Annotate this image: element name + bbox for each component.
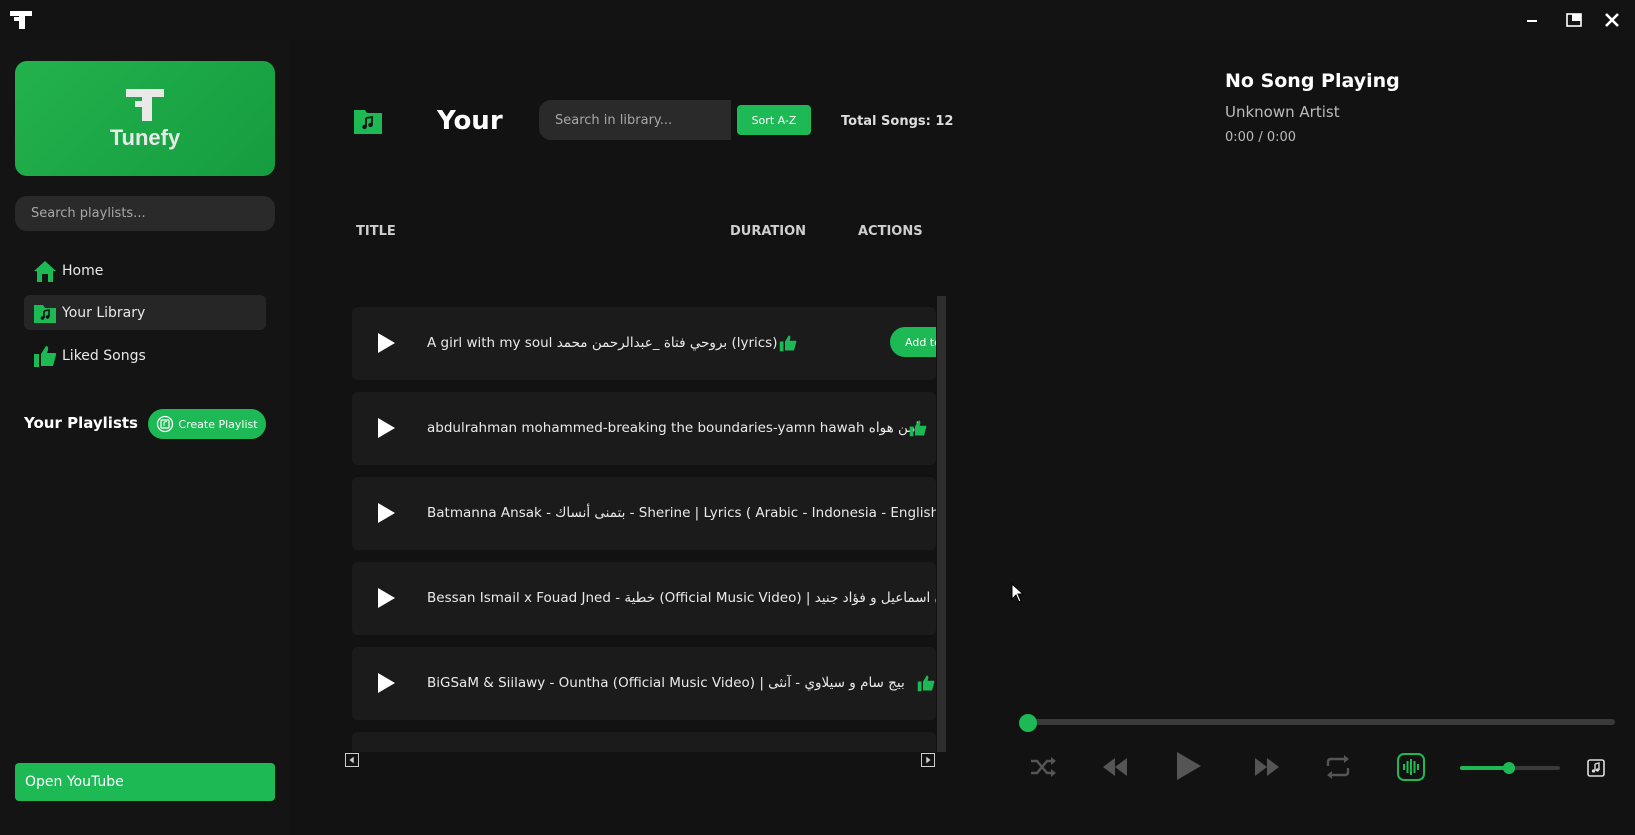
nav-your-library[interactable]: Your Library xyxy=(24,295,266,330)
nav-home-label: Home xyxy=(62,262,104,279)
thumbs-up-icon xyxy=(34,345,57,367)
audio-visualizer-icon[interactable] xyxy=(1396,752,1426,782)
column-header-duration[interactable]: DURATION xyxy=(730,224,806,239)
create-playlist-button[interactable]: Create Playlist xyxy=(148,409,266,439)
song-row[interactable]: Batmanna Ansak - بتمنى أنساك - Sherine |… xyxy=(352,477,936,550)
play-icon[interactable] xyxy=(375,417,397,439)
song-row[interactable]: A girl with my soul بروحي فتاة _عبدالرحم… xyxy=(352,307,936,380)
page-title: Your xyxy=(437,106,503,136)
nav-home[interactable]: Home xyxy=(24,253,266,288)
sidebar: Tunefy Home Your Library Liked Songs You… xyxy=(0,40,290,835)
column-header-title[interactable]: TITLE xyxy=(356,224,396,239)
play-icon[interactable] xyxy=(375,332,397,354)
like-icon[interactable] xyxy=(917,674,935,692)
nav-liked-songs-label: Liked Songs xyxy=(62,347,146,364)
like-icon[interactable] xyxy=(779,334,797,352)
title-bar xyxy=(0,0,1635,40)
column-header-actions: ACTIONS xyxy=(858,224,923,239)
scroll-left-icon[interactable] xyxy=(345,753,359,767)
mouse-cursor-icon xyxy=(1011,583,1025,603)
close-icon[interactable] xyxy=(1600,8,1624,32)
play-pause-icon[interactable] xyxy=(1170,749,1204,783)
nav-liked-songs[interactable]: Liked Songs xyxy=(24,338,266,373)
volume-knob[interactable] xyxy=(1503,762,1515,774)
create-playlist-label: Create Playlist xyxy=(178,417,258,431)
repeat-icon[interactable] xyxy=(1323,752,1353,782)
song-title: Batmanna Ansak - بتمنى أنساك - Sherine |… xyxy=(427,505,936,521)
brand-name: Tunefy xyxy=(109,124,181,150)
like-icon[interactable] xyxy=(909,419,927,437)
song-row[interactable]: abdulrahman mohammed-breaking the bounda… xyxy=(352,392,936,465)
minimize-icon[interactable] xyxy=(1520,8,1544,32)
open-youtube-button[interactable]: Open YouTube xyxy=(15,763,275,801)
progress-knob[interactable] xyxy=(1019,714,1037,732)
queue-icon[interactable] xyxy=(1585,757,1607,779)
song-title: abdulrahman mohammed-breaking the bounda… xyxy=(427,420,924,436)
nav-your-library-label: Your Library xyxy=(62,304,146,321)
now-playing-title: No Song Playing xyxy=(1225,70,1400,92)
previous-icon[interactable] xyxy=(1100,752,1130,782)
add-to-playlist-button[interactable]: Add to xyxy=(890,327,936,357)
now-playing-artist: Unknown Artist xyxy=(1225,103,1340,121)
add-playlist-icon xyxy=(157,415,174,433)
scroll-right-icon[interactable] xyxy=(921,753,935,767)
search-playlists-input[interactable] xyxy=(15,196,275,231)
your-playlists-heading: Your Playlists xyxy=(24,414,138,432)
song-title: BiGSaM & Siilawy - Ountha (Official Musi… xyxy=(427,675,905,691)
play-icon[interactable] xyxy=(375,502,397,524)
shuffle-icon[interactable] xyxy=(1028,752,1058,782)
total-songs-count: Total Songs: 12 xyxy=(841,114,954,129)
song-title: Bessan Ismail x Fouad Jned - خطية (Offic… xyxy=(427,590,936,606)
song-title: A girl with my soul بروحي فتاة _عبدالرحم… xyxy=(427,335,778,351)
library-folder-icon xyxy=(354,110,382,134)
play-icon[interactable] xyxy=(375,672,397,694)
song-row[interactable] xyxy=(352,732,936,752)
library-icon xyxy=(34,304,56,323)
song-row[interactable]: BiGSaM & Siilawy - Ountha (Official Musi… xyxy=(352,647,936,720)
vertical-scrollbar[interactable] xyxy=(937,296,946,752)
app-logo-icon xyxy=(10,11,32,29)
tunefy-logo-icon xyxy=(126,88,164,121)
play-icon[interactable] xyxy=(375,587,397,609)
progress-bar[interactable] xyxy=(1027,719,1615,725)
brand-logo-card[interactable]: Tunefy xyxy=(15,61,275,176)
now-playing-time: 0:00 / 0:00 xyxy=(1225,130,1297,145)
search-library-input[interactable] xyxy=(539,100,731,140)
next-icon[interactable] xyxy=(1252,752,1282,782)
song-list: A girl with my soul بروحي فتاة _عبدالرحم… xyxy=(352,296,936,752)
home-icon xyxy=(34,260,56,282)
maximize-icon[interactable] xyxy=(1562,8,1586,32)
sort-az-button[interactable]: Sort A-Z xyxy=(737,105,811,135)
song-row[interactable]: Bessan Ismail x Fouad Jned - خطية (Offic… xyxy=(352,562,936,635)
